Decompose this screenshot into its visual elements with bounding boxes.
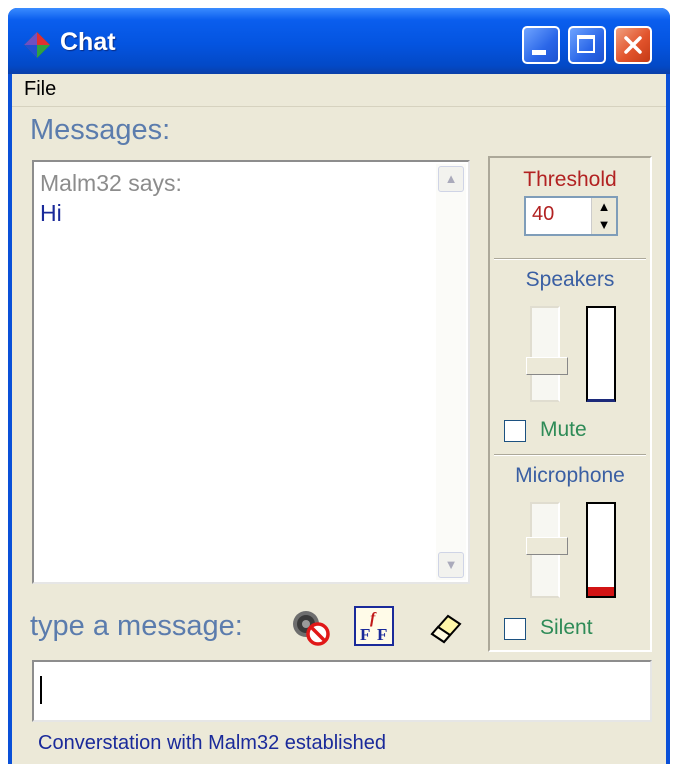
audio-panel: Threshold 40 ▲ ▼ Speakers Mute Microphon… bbox=[488, 156, 652, 652]
speakers-volume-slider[interactable] bbox=[530, 306, 560, 402]
close-button[interactable] bbox=[614, 26, 652, 64]
microphone-label: Microphone bbox=[515, 464, 625, 487]
microphone-slider-thumb[interactable] bbox=[526, 537, 568, 556]
message-text: Hi bbox=[40, 200, 62, 226]
menu-bar: File bbox=[12, 74, 666, 107]
close-icon bbox=[624, 36, 642, 54]
maximize-button[interactable] bbox=[568, 26, 606, 64]
scroll-down-icon: ▼ bbox=[444, 557, 458, 572]
window-title: Chat bbox=[60, 28, 116, 56]
threshold-label: Threshold bbox=[523, 168, 617, 191]
minimize-icon bbox=[532, 50, 546, 55]
mute-checkbox[interactable] bbox=[504, 420, 526, 442]
eraser-icon[interactable] bbox=[424, 604, 468, 648]
threshold-spinner[interactable]: 40 ▲ ▼ bbox=[524, 196, 618, 236]
title-bar[interactable]: Chat bbox=[8, 8, 670, 74]
maximize-icon bbox=[577, 35, 595, 53]
silent-label[interactable]: Silent bbox=[540, 616, 593, 640]
message-input[interactable] bbox=[32, 660, 652, 722]
microphone-level-fill bbox=[588, 586, 614, 596]
threshold-section: Threshold 40 ▲ ▼ bbox=[494, 162, 646, 259]
client-area: File Messages: Malm32 says: Hi ▲ ▼ Thres… bbox=[12, 74, 666, 764]
spin-up-button[interactable]: ▲ bbox=[592, 198, 616, 216]
scroll-up-button[interactable]: ▲ bbox=[438, 166, 464, 192]
spinner-buttons: ▲ ▼ bbox=[591, 198, 616, 234]
scroll-down-button[interactable]: ▼ bbox=[438, 552, 464, 578]
menu-file[interactable]: File bbox=[24, 78, 56, 101]
silent-checkbox[interactable] bbox=[504, 618, 526, 640]
message-sender-line: Malm32 says: bbox=[40, 170, 182, 196]
svg-text:F: F bbox=[360, 625, 370, 644]
svg-text:F: F bbox=[377, 625, 387, 644]
speakers-section: Speakers Mute bbox=[494, 262, 646, 455]
message-history[interactable]: Malm32 says: Hi ▲ ▼ bbox=[32, 160, 470, 584]
speakers-level-meter bbox=[586, 306, 616, 402]
text-caret bbox=[40, 676, 42, 704]
speakers-label: Speakers bbox=[525, 268, 615, 291]
threshold-value[interactable]: 40 bbox=[532, 203, 554, 226]
speakers-slider-thumb[interactable] bbox=[526, 356, 568, 375]
spin-down-icon: ▼ bbox=[597, 217, 611, 232]
chat-window: Chat File Messages: Malm32 says: Hi ▲ ▼ bbox=[8, 8, 670, 764]
vertical-scrollbar[interactable]: ▲ ▼ bbox=[436, 164, 466, 580]
mute-speaker-icon[interactable] bbox=[290, 604, 334, 648]
font-style-icon[interactable]: F f F bbox=[352, 604, 396, 648]
messages-label: Messages: bbox=[30, 114, 171, 146]
status-text: Converstation with Malm32 established bbox=[38, 732, 386, 754]
compose-label: type a message: bbox=[30, 610, 243, 642]
scroll-up-icon: ▲ bbox=[444, 171, 458, 186]
spin-down-button[interactable]: ▼ bbox=[592, 216, 616, 234]
microphone-section: Microphone Silent bbox=[494, 458, 646, 648]
microphone-level-meter bbox=[586, 502, 616, 598]
app-diamond-icon bbox=[24, 32, 50, 58]
spin-up-icon: ▲ bbox=[597, 199, 611, 214]
minimize-button[interactable] bbox=[522, 26, 560, 64]
mute-label[interactable]: Mute bbox=[540, 418, 587, 442]
